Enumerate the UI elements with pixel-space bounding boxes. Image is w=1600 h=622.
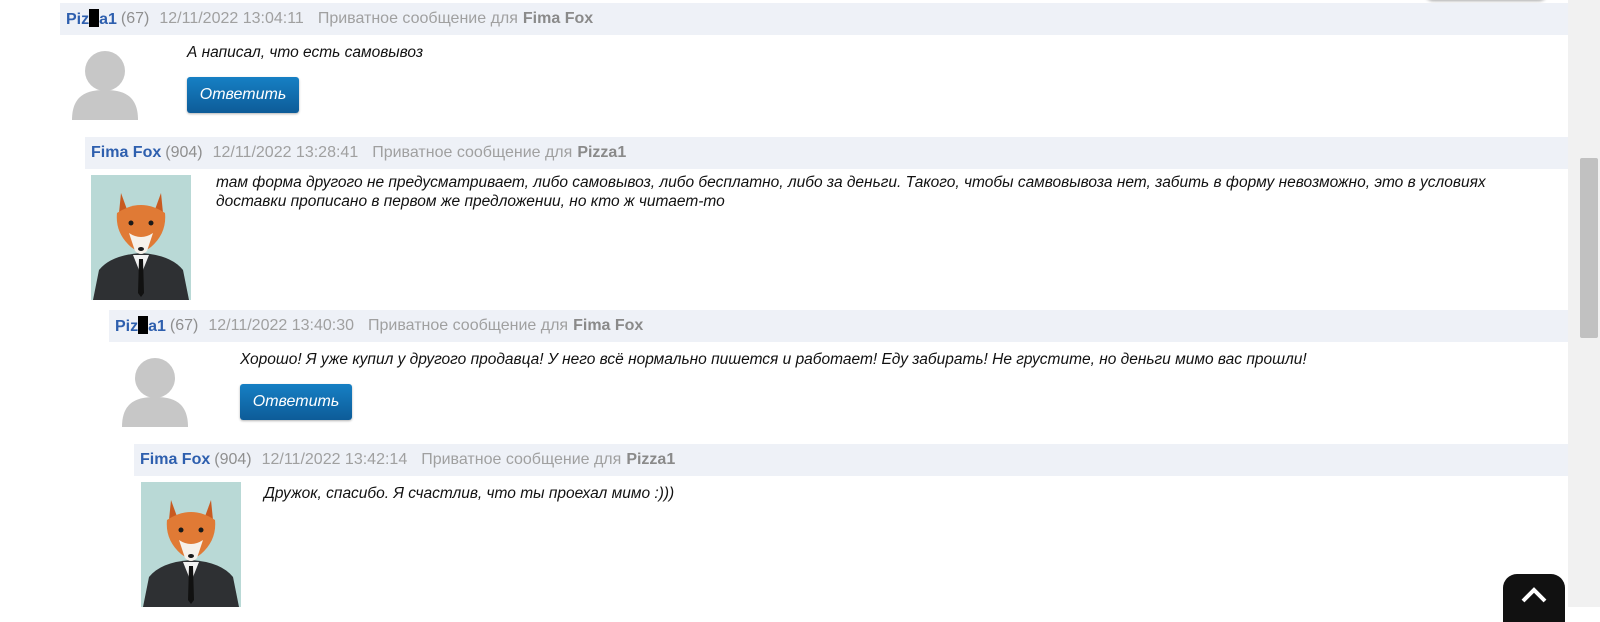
- reply-button[interactable]: Ответить: [240, 384, 352, 420]
- comment-body: там форма другого не предусматривает, ли…: [85, 169, 1570, 301]
- comment-text: А написал, что есть самовывоз: [187, 44, 424, 61]
- comment-date: 12/11/2022 13:28:41: [212, 144, 359, 161]
- comment-4: Fima Fox (904) 12/11/2022 13:42:14 Прива…: [134, 444, 1570, 607]
- comment-date: 12/11/2022 13:04:11: [159, 10, 304, 27]
- fox-avatar-image[interactable]: [91, 175, 191, 300]
- redaction-mark: [89, 9, 100, 27]
- comment-text: Дружок, спасибо. Я счастлив, что ты прое…: [264, 485, 675, 502]
- comment-body: Хорошо! Я уже купил у другого продавца! …: [109, 342, 1570, 437]
- comment-body: Дружок, спасибо. Я счастлив, что ты прое…: [134, 476, 1570, 607]
- private-message-label: Приватное сообщение для: [421, 451, 622, 468]
- author-rating: (904): [165, 144, 203, 161]
- vertical-scrollbar[interactable]: [1568, 0, 1600, 607]
- recipient-name[interactable]: Fima Fox: [523, 10, 593, 28]
- author-rating: (904): [214, 451, 252, 468]
- fox-avatar-image[interactable]: [141, 482, 241, 607]
- author-rating: (67): [120, 10, 150, 27]
- comment-author-link[interactable]: Fima Fox: [91, 144, 161, 162]
- comment-header: Piz a1 (67) 12/11/2022 13:04:11 Приватное…: [60, 3, 1570, 35]
- default-user-icon[interactable]: [72, 50, 138, 120]
- scroll-to-top-button[interactable]: [1503, 574, 1565, 622]
- comment-body: А написал, что есть самовывоз Ответить: [60, 35, 1570, 130]
- recipient-name[interactable]: Pizza1: [577, 144, 626, 162]
- default-user-icon[interactable]: [122, 357, 188, 427]
- private-message-label: Приватное сообщение для: [317, 10, 518, 27]
- recipient-name[interactable]: Fima Fox: [573, 317, 643, 335]
- comment-header: Piz a1 (67) 12/11/2022 13:40:30 Приватное…: [109, 310, 1570, 342]
- chevron-up-icon: [1521, 587, 1547, 603]
- comment-author-link[interactable]: Piz a1: [115, 316, 166, 336]
- redaction-mark: [138, 316, 149, 334]
- comment-author-link[interactable]: Fima Fox: [140, 451, 210, 469]
- comment-header: Fima Fox (904) 12/11/2022 13:28:41 Прива…: [85, 137, 1570, 169]
- private-message-label: Приватное сообщение для: [372, 144, 573, 161]
- private-message-label: Приватное сообщение для: [368, 317, 569, 334]
- comment-2: Fima Fox (904) 12/11/2022 13:28:41 Прива…: [85, 137, 1570, 301]
- reply-button[interactable]: Ответить: [187, 77, 299, 113]
- comment-text: там форма другого не предусматривает, ли…: [216, 174, 1486, 210]
- comment-date: 12/11/2022 13:40:30: [208, 317, 354, 334]
- comment-1: Piz a1 (67) 12/11/2022 13:04:11 Приватное…: [60, 3, 1570, 130]
- comment-date: 12/11/2022 13:42:14: [261, 451, 408, 468]
- recipient-name[interactable]: Pizza1: [626, 451, 675, 469]
- comment-header: Fima Fox (904) 12/11/2022 13:42:14 Прива…: [134, 444, 1570, 476]
- author-rating: (67): [169, 317, 199, 334]
- comment-author-link[interactable]: Piz a1: [66, 9, 117, 29]
- comment-text: Хорошо! Я уже купил у другого продавца! …: [240, 351, 1307, 368]
- scrollbar-thumb[interactable]: [1580, 158, 1598, 338]
- comment-3: Piz a1 (67) 12/11/2022 13:40:30 Приватное…: [109, 310, 1570, 437]
